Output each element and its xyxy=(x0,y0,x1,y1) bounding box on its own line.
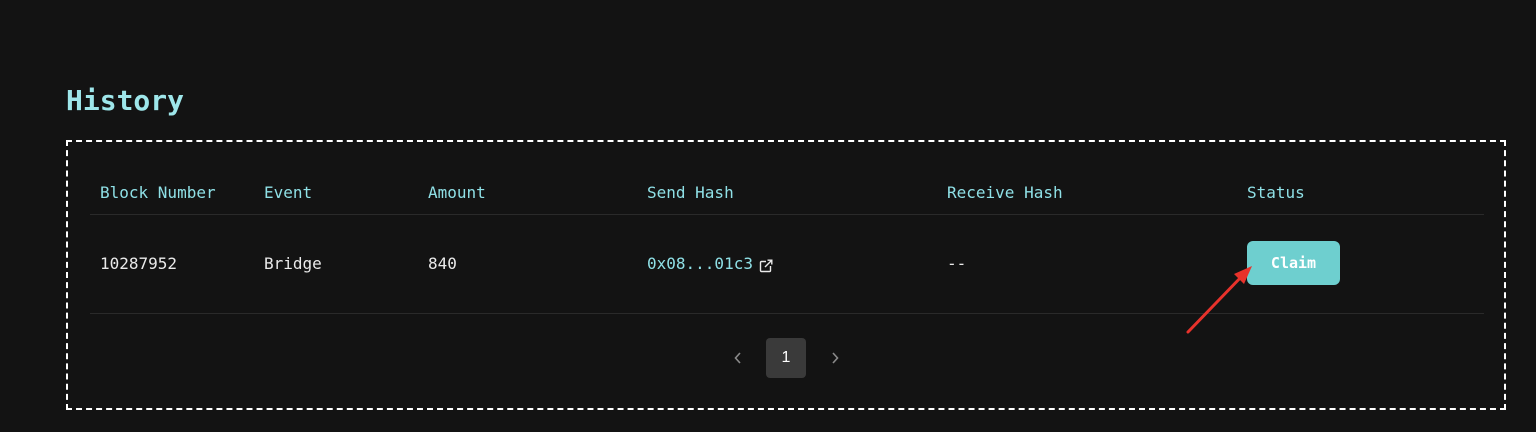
column-header-event: Event xyxy=(264,183,313,202)
table-row: 10287952 Bridge 840 0x08...01c3 -- Claim xyxy=(90,215,1484,314)
send-hash-link[interactable]: 0x08...01c3 xyxy=(647,253,773,275)
column-header-block-number: Block Number xyxy=(100,183,216,202)
column-header-status: Status xyxy=(1247,183,1305,202)
column-header-send-hash: Send Hash xyxy=(647,183,734,202)
column-header-receive-hash: Receive Hash xyxy=(947,183,1063,202)
pagination: 1 xyxy=(68,338,1504,378)
cell-receive-hash: -- xyxy=(947,254,967,273)
chevron-right-icon[interactable] xyxy=(820,338,850,378)
cell-amount: 840 xyxy=(428,254,457,273)
page-number-button[interactable]: 1 xyxy=(766,338,806,378)
claim-button[interactable]: Claim xyxy=(1247,241,1340,285)
cell-block-number: 10287952 xyxy=(100,254,178,273)
cell-send-hash: 0x08...01c3 xyxy=(647,253,773,275)
external-link-icon[interactable] xyxy=(759,257,773,273)
history-table-panel: Block Number Event Amount Send Hash Rece… xyxy=(66,140,1506,410)
chevron-left-icon[interactable] xyxy=(723,338,753,378)
column-header-amount: Amount xyxy=(428,183,486,202)
page-title: History xyxy=(66,84,185,117)
send-hash-text: 0x08...01c3 xyxy=(647,254,753,273)
table-header-row: Block Number Event Amount Send Hash Rece… xyxy=(90,172,1484,215)
cell-event: Bridge xyxy=(264,254,322,273)
